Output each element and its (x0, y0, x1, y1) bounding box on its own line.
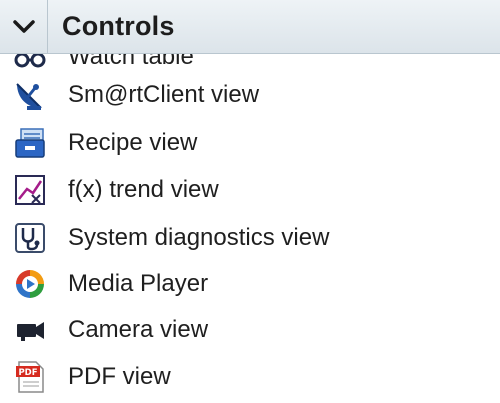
pdf-icon: PDF (12, 359, 48, 395)
list-item-media-player[interactable]: Media Player (0, 261, 500, 307)
list-item-label: System diagnostics view (68, 224, 330, 251)
satellite-dish-icon (12, 77, 48, 113)
list-item-label: Watch table (68, 54, 194, 70)
list-item-smartclient-view[interactable]: Sm@rtClient view (0, 72, 500, 118)
list-item-recipe-view[interactable]: Recipe view (0, 120, 500, 166)
svg-text:PDF: PDF (18, 368, 37, 378)
controls-header[interactable]: Controls (0, 0, 500, 54)
list-item-camera-view[interactable]: Camera view (0, 307, 500, 353)
list-item-label: Camera view (68, 316, 209, 343)
list-item-label: Media Player (68, 270, 209, 297)
list-item-pdf-view[interactable]: PDF PDF view (0, 354, 500, 400)
list-item-label: f(x) trend view (68, 176, 219, 203)
chevron-down-icon (12, 19, 35, 33)
list-item-label: PDF view (68, 363, 171, 390)
controls-list: Watch table Sm@rtClient view Recipe view… (0, 54, 500, 403)
trend-chart-icon (12, 172, 48, 208)
list-item-fx-trend-view[interactable]: f(x) trend view (0, 167, 500, 213)
panel-title: Controls (62, 11, 175, 41)
list-item-label: Sm@rtClient view (68, 81, 260, 108)
media-player-icon (12, 266, 48, 302)
recipe-box-icon (12, 125, 48, 161)
controls-panel: Controls Watch table Sm@rtClient view Re… (0, 0, 500, 403)
list-item-label: Recipe view (68, 129, 198, 156)
collapse-toggle[interactable] (0, 0, 48, 54)
stethoscope-icon (12, 220, 48, 256)
camera-icon (12, 312, 48, 348)
list-item-system-diagnostics-view[interactable]: System diagnostics view (0, 215, 500, 261)
